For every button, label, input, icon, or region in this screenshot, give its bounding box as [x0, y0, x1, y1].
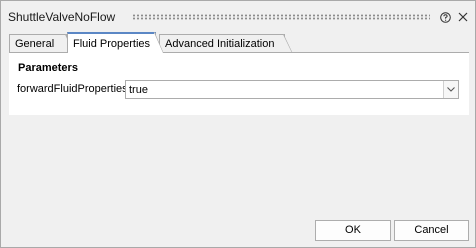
fluid-properties-panel: Parameters forwardFluidProperties true: [9, 52, 469, 115]
tab-advanced-initialization[interactable]: Advanced Initialization: [159, 34, 293, 53]
parameters-heading: Parameters: [18, 62, 78, 74]
chevron-down-icon[interactable]: [443, 81, 458, 98]
tab-advanced-edge: [283, 34, 293, 53]
drag-grip[interactable]: [132, 14, 430, 20]
close-icon[interactable]: [458, 12, 468, 22]
forward-fluid-properties-value: true: [129, 84, 148, 96]
tab-general-label: General: [15, 38, 55, 50]
window-title: ShuttleValveNoFlow: [8, 10, 116, 24]
tab-fluid-properties-label: Fluid Properties: [73, 38, 151, 50]
forward-fluid-properties-label: forwardFluidProperties: [17, 83, 128, 95]
tab-advanced-initialization-label: Advanced Initialization: [165, 38, 275, 50]
title-bar[interactable]: ShuttleValveNoFlow: [1, 1, 475, 31]
tab-strip: General Advanced Initialization Fluid Pr…: [1, 31, 475, 53]
cancel-button-label: Cancel: [414, 224, 449, 236]
dialog-window: ShuttleValveNoFlow General Advanced Init…: [0, 0, 476, 248]
tab-general[interactable]: General: [9, 34, 75, 53]
tab-fluid-properties[interactable]: Fluid Properties: [67, 32, 164, 53]
ok-button-label: OK: [345, 224, 361, 236]
ok-button[interactable]: OK: [315, 220, 391, 241]
tab-fluid-edge: [154, 32, 164, 53]
help-circle-icon[interactable]: [440, 12, 451, 23]
cancel-button[interactable]: Cancel: [394, 220, 469, 241]
forward-fluid-properties-select[interactable]: true: [125, 80, 459, 99]
parameter-row: forwardFluidProperties true: [9, 80, 469, 100]
